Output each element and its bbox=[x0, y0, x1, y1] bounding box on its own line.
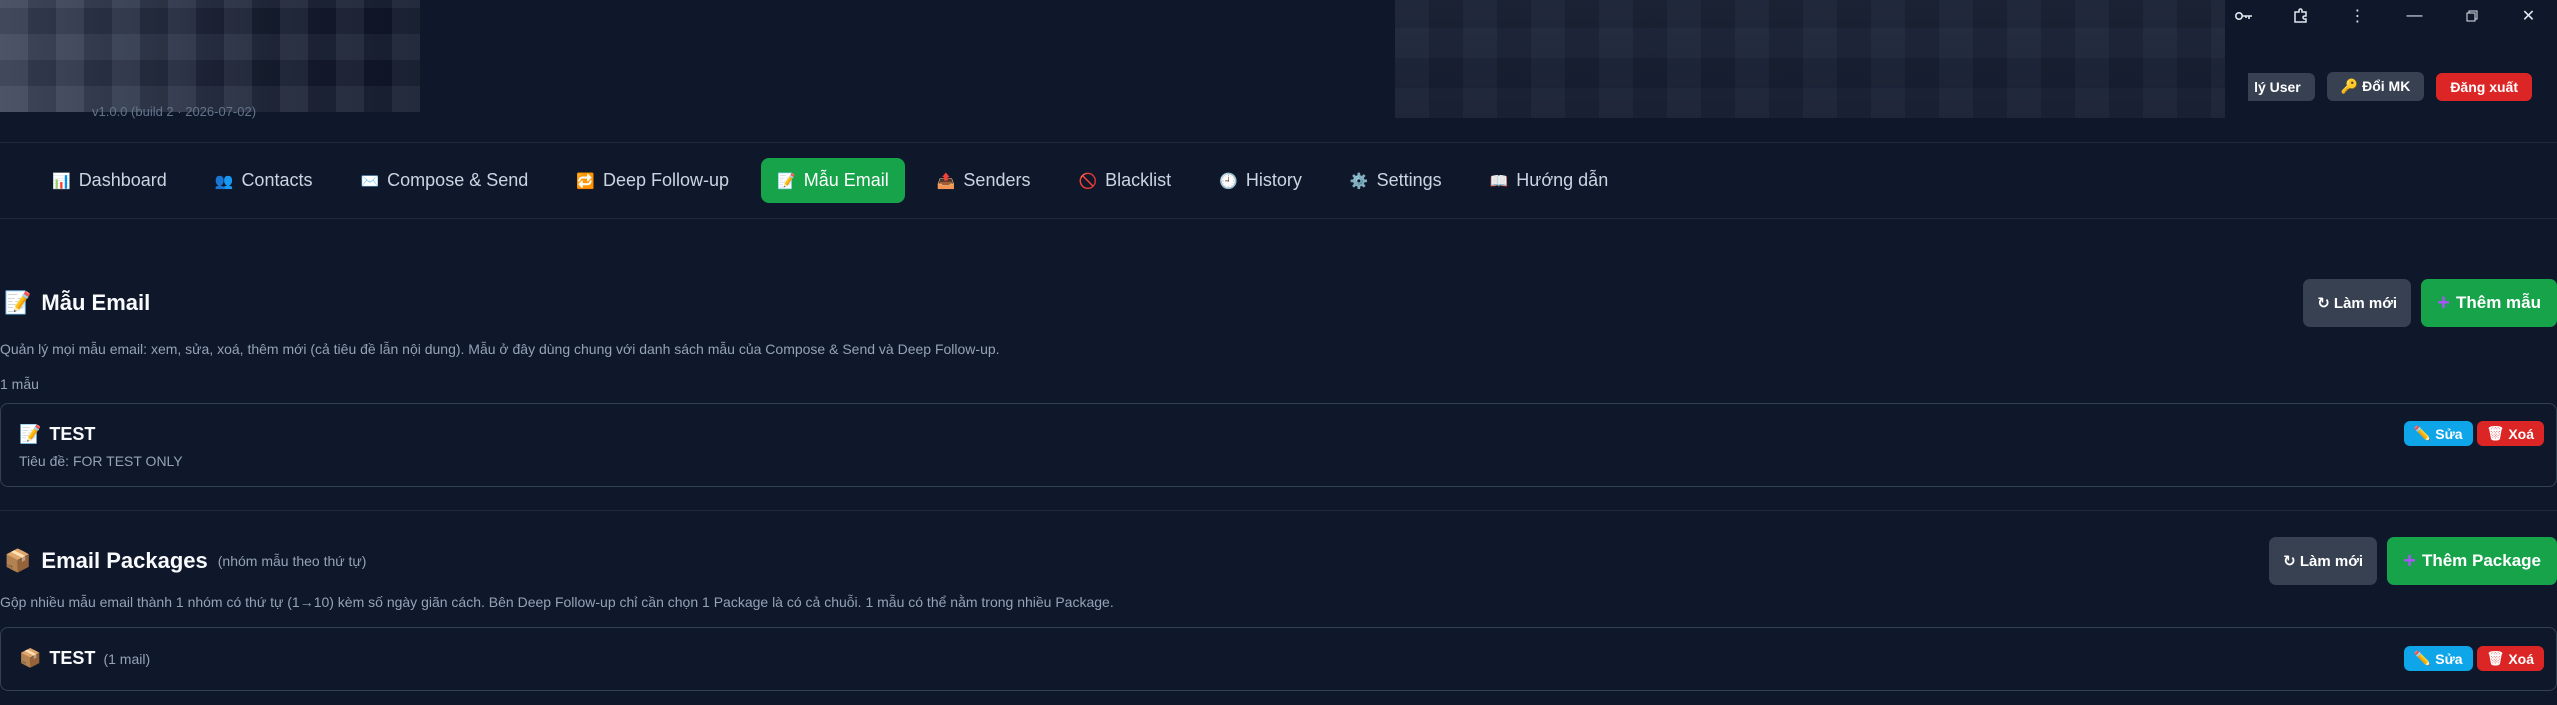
refresh-packages-button[interactable]: ↻ Làm mới bbox=[2269, 537, 2378, 585]
tab-deep-follow-up[interactable]: 🔁 Deep Follow-up bbox=[560, 158, 745, 203]
restore-icon[interactable] bbox=[2443, 4, 2500, 28]
trash-icon: 🗑 bbox=[2486, 650, 2505, 666]
app-version: v1.0.0 (build 2 · 2026-07-02) bbox=[92, 104, 257, 119]
tab-senders[interactable]: 📤 Senders bbox=[921, 158, 1047, 203]
dashboard-icon: 📊 bbox=[52, 172, 71, 190]
nav-divider bbox=[0, 218, 2557, 219]
tab-label: Compose & Send bbox=[387, 170, 529, 190]
contacts-icon: 👥 bbox=[214, 172, 234, 190]
templates-title: 📝 Mẫu Email bbox=[0, 290, 150, 316]
packages-header: 📦 Email Packages (nhóm mẫu theo thứ tự) … bbox=[0, 537, 2557, 585]
gear-icon: ⚙️ bbox=[1349, 172, 1369, 190]
extension-icon[interactable] bbox=[2272, 4, 2329, 28]
button-label: Sửa bbox=[2435, 650, 2463, 667]
key-icon[interactable] bbox=[2215, 4, 2272, 28]
tab-mau-email[interactable]: 📝 Mẫu Email bbox=[761, 158, 905, 203]
package-name: TEST bbox=[49, 648, 96, 668]
tab-label: Blacklist bbox=[1105, 170, 1172, 190]
tab-label: Mẫu Email bbox=[803, 170, 889, 190]
button-label: Thêm Package bbox=[2421, 551, 2541, 570]
refresh-templates-button[interactable]: ↻ Làm mới bbox=[2303, 279, 2412, 327]
section-divider bbox=[0, 510, 2557, 511]
tab-label: Senders bbox=[963, 170, 1031, 190]
edit-package-button[interactable]: ✏️ Sửa bbox=[2403, 646, 2473, 671]
tab-dashboard[interactable]: 📊 Dashboard bbox=[36, 158, 183, 203]
template-actions: ✏️ Sửa 🗑 Xoá bbox=[2403, 421, 2544, 446]
envelope-icon: ✉️ bbox=[360, 172, 380, 190]
edit-template-button[interactable]: ✏️ Sửa bbox=[2403, 421, 2473, 446]
button-label: Thêm mẫu bbox=[2455, 293, 2541, 312]
package-actions: ✏️ Sửa 🗑 Xoá bbox=[2403, 646, 2544, 671]
tab-label: Settings bbox=[1376, 170, 1442, 190]
tab-label: History bbox=[1245, 170, 1302, 190]
packages-description: Gộp nhiều mẫu email thành 1 nhóm có thứ … bbox=[0, 594, 1114, 610]
more-icon[interactable]: ⋮ bbox=[2329, 4, 2386, 28]
tab-contacts[interactable]: 👥 Contacts bbox=[199, 158, 329, 203]
button-label: Xoá bbox=[2508, 425, 2534, 442]
add-template-button[interactable]: + Thêm mẫu bbox=[2421, 279, 2557, 327]
tab-label: Contacts bbox=[241, 170, 313, 190]
close-icon[interactable]: ✕ bbox=[2500, 4, 2557, 28]
manage-users-button[interactable]: lý User bbox=[2248, 72, 2315, 101]
main-nav: 📊 Dashboard 👥 Contacts ✉️ Compose & Send 🔁 D… bbox=[36, 158, 1624, 203]
logout-button[interactable]: Đăng xuất bbox=[2436, 72, 2532, 101]
memo-icon: 📝 bbox=[777, 172, 796, 190]
tab-blacklist[interactable]: 🚫 Blacklist bbox=[1062, 158, 1187, 203]
delete-package-button[interactable]: 🗑 Xoá bbox=[2476, 646, 2544, 671]
plus-icon: + bbox=[2437, 290, 2450, 315]
header-divider bbox=[0, 142, 2557, 143]
template-title: 📝 TEST bbox=[19, 424, 95, 445]
delete-template-button[interactable]: 🗑 Xoá bbox=[2476, 421, 2544, 446]
tab-label: Deep Follow-up bbox=[602, 170, 730, 190]
pencil-icon: ✏️ bbox=[2413, 425, 2432, 441]
section-subtitle: (nhóm mẫu theo thứ tự) bbox=[217, 553, 367, 569]
book-icon: 📖 bbox=[1489, 172, 1509, 190]
template-subject: Tiêu đề: FOR TEST ONLY bbox=[19, 453, 183, 469]
templates-description: Quản lý mọi mẫu email: xem, sửa, xoá, th… bbox=[0, 341, 1000, 357]
blocked-icon: 🚫 bbox=[1078, 172, 1098, 190]
tab-huong-dan[interactable]: 📖 Hướng dẫn bbox=[1474, 158, 1625, 203]
button-label: Sửa bbox=[2435, 425, 2463, 442]
header-actions: lý User 🔑 Đổi MK Đăng xuất bbox=[2248, 72, 2532, 101]
template-name: TEST bbox=[49, 424, 96, 444]
button-label: Xoá bbox=[2508, 650, 2534, 667]
package-icon: 📦 bbox=[19, 648, 42, 668]
obscured-app-logo-area bbox=[0, 0, 420, 112]
tab-history[interactable]: 🕘 History bbox=[1203, 158, 1318, 203]
template-card[interactable]: 📝 TEST Tiêu đề: FOR TEST ONLY ✏️ Sửa 🗑 Xoá bbox=[0, 403, 2557, 487]
tab-compose-send[interactable]: ✉️ Compose & Send bbox=[344, 158, 544, 203]
plus-icon: + bbox=[2403, 548, 2416, 573]
section-title: Email Packages bbox=[41, 548, 208, 573]
window-controls: ⋮ — ✕ bbox=[2215, 4, 2557, 28]
pencil-icon: ✏️ bbox=[2413, 650, 2432, 666]
clock-icon: 🕘 bbox=[1219, 172, 1238, 190]
templates-count: 1 mẫu bbox=[0, 376, 39, 392]
repeat-icon: 🔁 bbox=[576, 172, 595, 190]
add-package-button[interactable]: + Thêm Package bbox=[2387, 537, 2557, 585]
packages-title: 📦 Email Packages (nhóm mẫu theo thứ tự) bbox=[0, 548, 366, 574]
section-title: Mẫu Email bbox=[41, 290, 151, 315]
templates-actions: ↻ Làm mới + Thêm mẫu bbox=[2303, 279, 2557, 327]
package-icon: 📦 bbox=[4, 548, 32, 573]
memo-icon: 📝 bbox=[19, 424, 42, 444]
package-title: 📦 TEST (1 mail) bbox=[19, 648, 150, 669]
templates-header: 📝 Mẫu Email ↻ Làm mới + Thêm mẫu bbox=[0, 279, 2557, 327]
tab-label: Hướng dẫn bbox=[1516, 170, 1609, 190]
trash-icon: 🗑 bbox=[2486, 425, 2505, 441]
change-password-button[interactable]: 🔑 Đổi MK bbox=[2326, 72, 2425, 101]
minimize-icon[interactable]: — bbox=[2386, 4, 2443, 28]
package-card[interactable]: 📦 TEST (1 mail) ✏️ Sửa 🗑 Xoá bbox=[0, 627, 2557, 691]
tab-label: Dashboard bbox=[78, 170, 167, 190]
packages-actions: ↻ Làm mới + Thêm Package bbox=[2269, 537, 2557, 585]
outbox-icon: 📤 bbox=[936, 172, 956, 190]
obscured-header-area bbox=[1395, 0, 2225, 118]
tab-settings[interactable]: ⚙️ Settings bbox=[1334, 158, 1458, 203]
package-count: (1 mail) bbox=[103, 650, 151, 667]
memo-icon: 📝 bbox=[4, 290, 32, 315]
